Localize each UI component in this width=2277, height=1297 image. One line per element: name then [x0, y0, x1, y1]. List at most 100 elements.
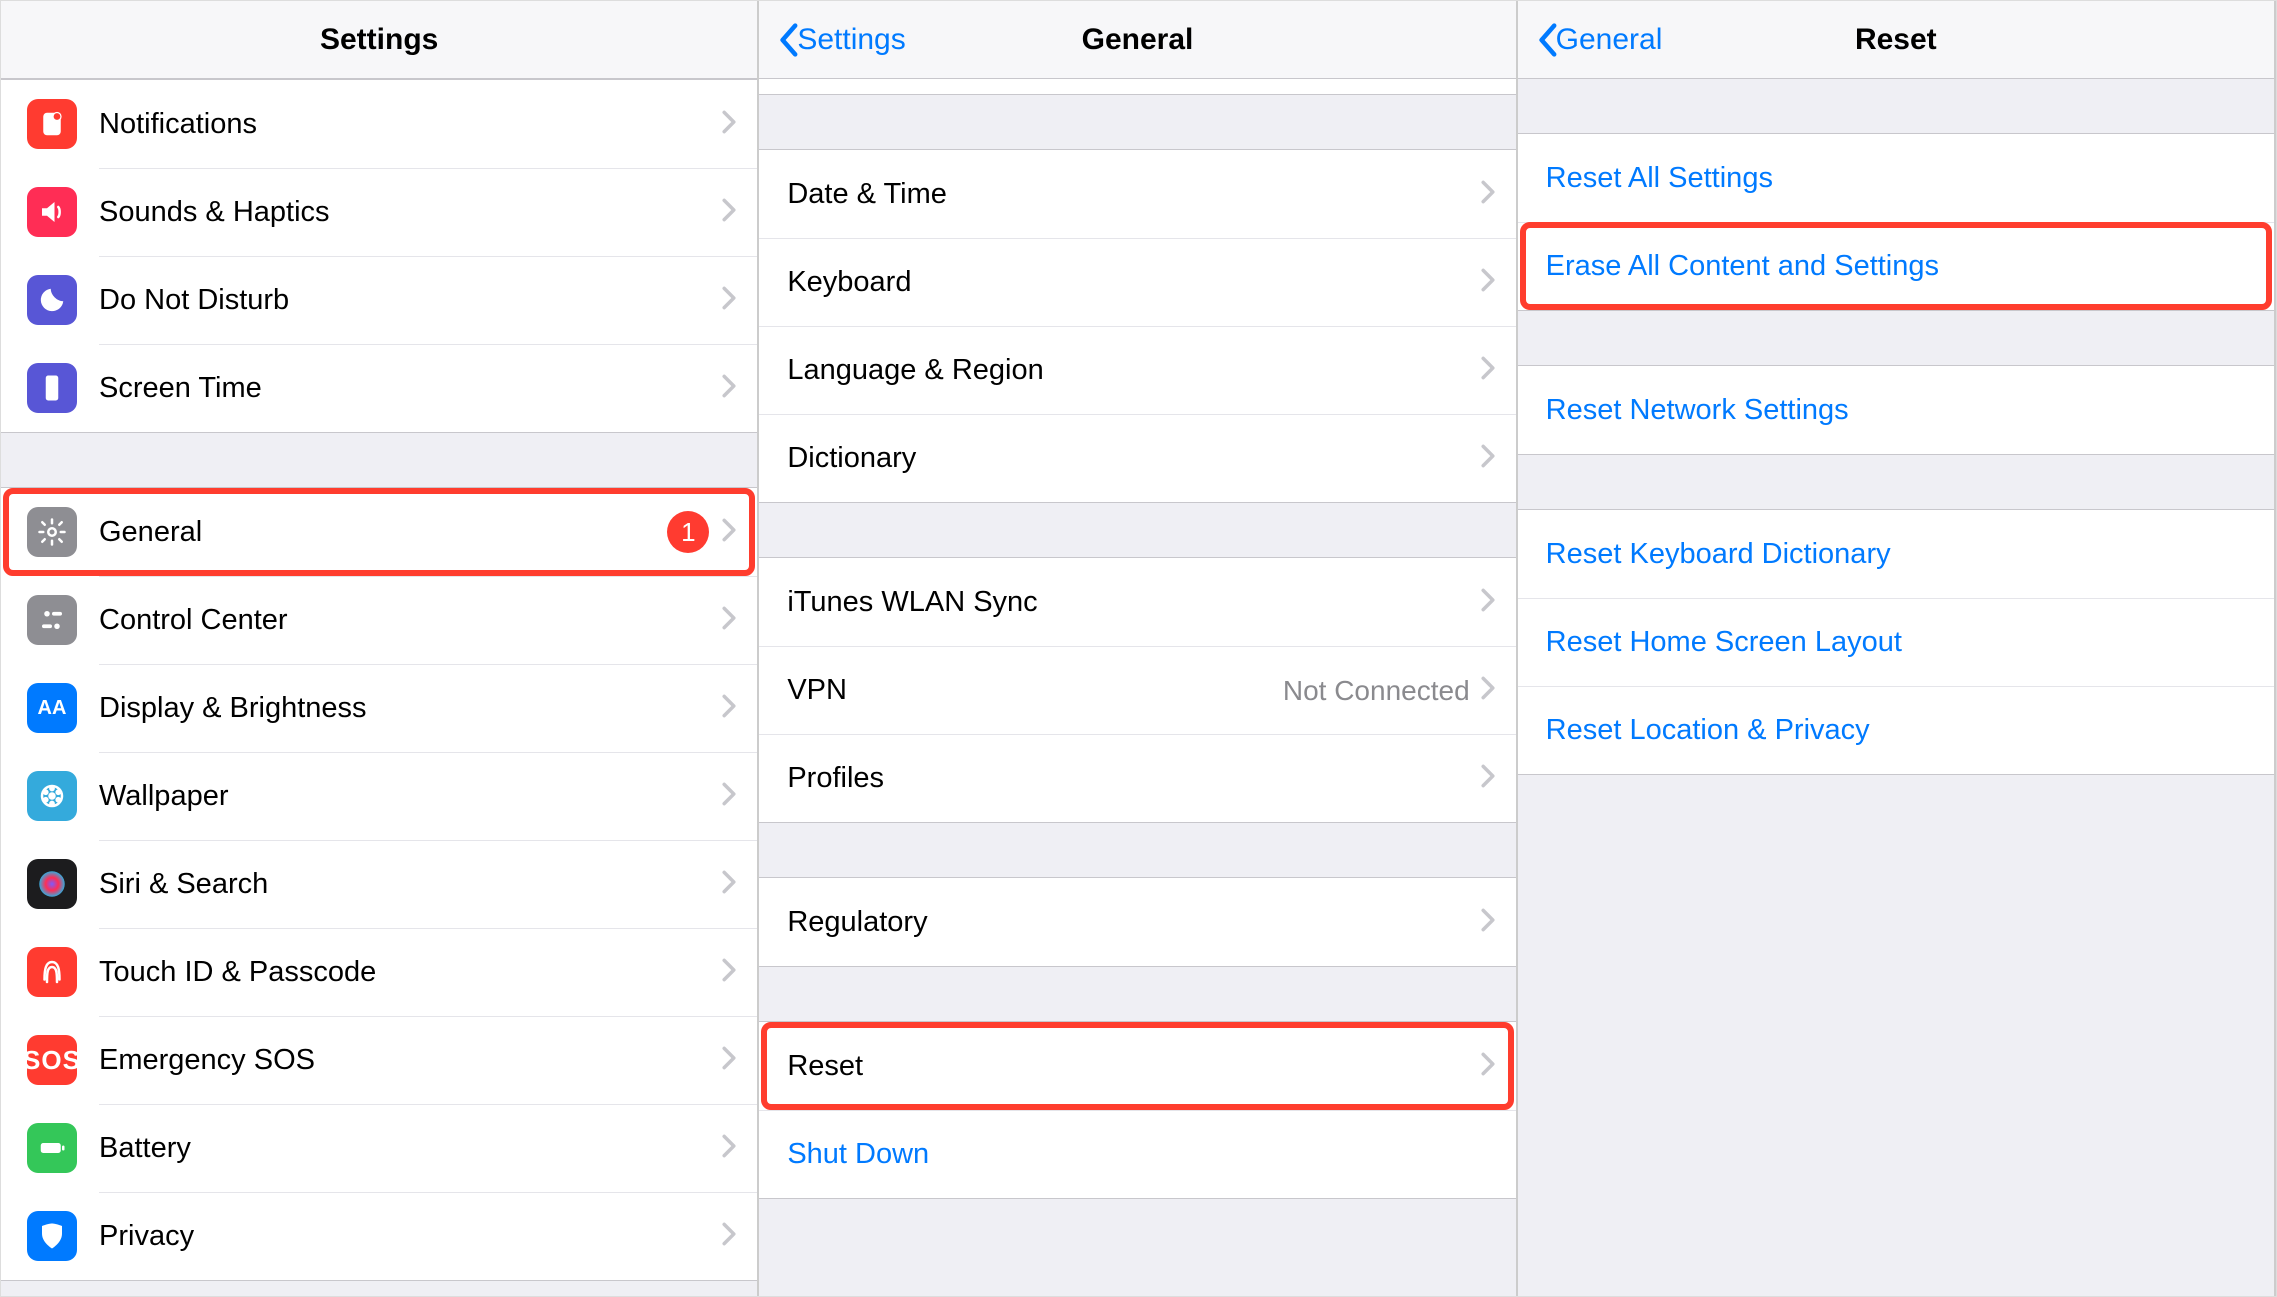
- sounds-icon: [27, 187, 77, 237]
- row-siri-search[interactable]: Siri & Search: [1, 840, 757, 928]
- row-itunes-wlan-sync[interactable]: iTunes WLAN Sync: [759, 558, 1515, 646]
- row-label: Sounds & Haptics: [99, 196, 721, 229]
- settings-group-2: General1 Control Center AADisplay & Bright…: [1, 487, 757, 1281]
- row-label: Wallpaper: [99, 780, 721, 813]
- row-label: Keyboard: [787, 266, 1479, 299]
- row-shut-down[interactable]: Shut Down: [759, 1110, 1515, 1198]
- row-reset-all-settings[interactable]: Reset All Settings: [1518, 134, 2274, 222]
- row-emergency-sos[interactable]: SOSEmergency SOS: [1, 1016, 757, 1104]
- row-reset-home-screen-layout[interactable]: Reset Home Screen Layout: [1518, 598, 2274, 686]
- row-label: Control Center: [99, 604, 721, 637]
- row-screen-time[interactable]: Screen Time: [1, 344, 757, 432]
- wallpaper-icon: [27, 771, 77, 821]
- general-group-4: Reset Shut Down: [759, 1021, 1515, 1199]
- row-wallpaper[interactable]: Wallpaper: [1, 752, 757, 840]
- filler: [1518, 775, 2274, 1296]
- group-spacer: [1518, 455, 2274, 509]
- row-label: Touch ID & Passcode: [99, 956, 721, 989]
- row-touch-id-passcode[interactable]: Touch ID & Passcode: [1, 928, 757, 1016]
- row-label: Screen Time: [99, 372, 721, 405]
- row-label: Do Not Disturb: [99, 284, 721, 317]
- row-label: Notifications: [99, 108, 721, 141]
- chevron-right-icon: [1480, 179, 1496, 210]
- back-button[interactable]: General: [1536, 22, 1663, 58]
- row-general[interactable]: General1: [1, 488, 757, 576]
- reset-group-3: Reset Keyboard Dictionary Reset Home Scre…: [1518, 509, 2274, 775]
- chevron-right-icon: [721, 1133, 737, 1164]
- row-erase-all-content-and-settings[interactable]: Erase All Content and Settings: [1518, 222, 2274, 310]
- row-label: Erase All Content and Settings: [1546, 250, 2254, 283]
- group-spacer: [759, 967, 1515, 1021]
- chevron-left-icon: [1536, 22, 1558, 58]
- page-title: Settings: [1, 23, 757, 57]
- row-label: iTunes WLAN Sync: [787, 586, 1479, 619]
- row-label: Dictionary: [787, 442, 1479, 475]
- row-date-time[interactable]: Date & Time: [759, 150, 1515, 238]
- row-label: Emergency SOS: [99, 1044, 721, 1077]
- row-label: VPN: [787, 674, 1283, 707]
- row-reset[interactable]: Reset: [759, 1022, 1515, 1110]
- badge: 1: [667, 511, 709, 553]
- chevron-right-icon: [1480, 443, 1496, 474]
- chevron-right-icon: [721, 373, 737, 404]
- display-icon: AA: [27, 683, 77, 733]
- chevron-right-icon: [721, 781, 737, 812]
- row-label: Siri & Search: [99, 868, 721, 901]
- chevron-right-icon: [721, 869, 737, 900]
- row-keyboard[interactable]: Keyboard: [759, 238, 1515, 326]
- row-label: Reset Keyboard Dictionary: [1546, 538, 2254, 571]
- group-spacer: [1518, 79, 2274, 133]
- chevron-right-icon: [721, 605, 737, 636]
- privacy-icon: [27, 1211, 77, 1261]
- group-spacer: [759, 503, 1515, 557]
- notifications-icon: [27, 99, 77, 149]
- group-spacer: [1518, 311, 2274, 365]
- general-icon: [27, 507, 77, 557]
- chevron-right-icon: [721, 693, 737, 724]
- row-label: Reset Home Screen Layout: [1546, 626, 2254, 659]
- row-reset-keyboard-dictionary[interactable]: Reset Keyboard Dictionary: [1518, 510, 2274, 598]
- reset-group-2: Reset Network Settings: [1518, 365, 2274, 455]
- row-language-region[interactable]: Language & Region: [759, 326, 1515, 414]
- chevron-right-icon: [1480, 1051, 1496, 1082]
- row-label: Reset All Settings: [1546, 162, 2254, 195]
- chevron-right-icon: [721, 285, 737, 316]
- general-group-1: Date & Time Keyboard Language & Region Dict…: [759, 149, 1515, 503]
- siri-icon: [27, 859, 77, 909]
- row-regulatory[interactable]: Regulatory: [759, 878, 1515, 966]
- chevron-right-icon: [1480, 587, 1496, 618]
- row-battery[interactable]: Battery: [1, 1104, 757, 1192]
- group-spacer: [759, 823, 1515, 877]
- row-display-brightness[interactable]: AADisplay & Brightness: [1, 664, 757, 752]
- settings-group-1: Notifications Sounds & Haptics Do Not Dist…: [1, 79, 757, 433]
- row-reset-network-settings[interactable]: Reset Network Settings: [1518, 366, 2274, 454]
- row-label: Reset: [787, 1050, 1479, 1083]
- row-control-center[interactable]: Control Center: [1, 576, 757, 664]
- navbar-settings: Settings: [1, 1, 757, 79]
- group-spacer: [759, 95, 1515, 149]
- row-label: Shut Down: [787, 1138, 1495, 1171]
- row-label: Privacy: [99, 1220, 721, 1253]
- chevron-right-icon: [721, 1221, 737, 1252]
- touchid-icon: [27, 947, 77, 997]
- dnd-icon: [27, 275, 77, 325]
- chevron-left-icon: [777, 22, 799, 58]
- back-button[interactable]: Settings: [777, 22, 905, 58]
- row-privacy[interactable]: Privacy: [1, 1192, 757, 1280]
- row-notifications[interactable]: Notifications: [1, 80, 757, 168]
- battery-icon: [27, 1123, 77, 1173]
- reset-panel: General Reset Reset All SettingsErase Al…: [1518, 1, 2276, 1296]
- row-reset-location-privacy[interactable]: Reset Location & Privacy: [1518, 686, 2274, 774]
- row-label: Reset Network Settings: [1546, 394, 2254, 427]
- row-vpn[interactable]: VPNNot Connected: [759, 646, 1515, 734]
- row-profiles[interactable]: Profiles: [759, 734, 1515, 822]
- row-do-not-disturb[interactable]: Do Not Disturb: [1, 256, 757, 344]
- chevron-right-icon: [1480, 267, 1496, 298]
- row-sounds-haptics[interactable]: Sounds & Haptics: [1, 168, 757, 256]
- partial-row: [759, 79, 1515, 95]
- row-label: Language & Region: [787, 354, 1479, 387]
- row-dictionary[interactable]: Dictionary: [759, 414, 1515, 502]
- row-label: Reset Location & Privacy: [1546, 714, 2254, 747]
- row-label: Date & Time: [787, 178, 1479, 211]
- chevron-right-icon: [721, 197, 737, 228]
